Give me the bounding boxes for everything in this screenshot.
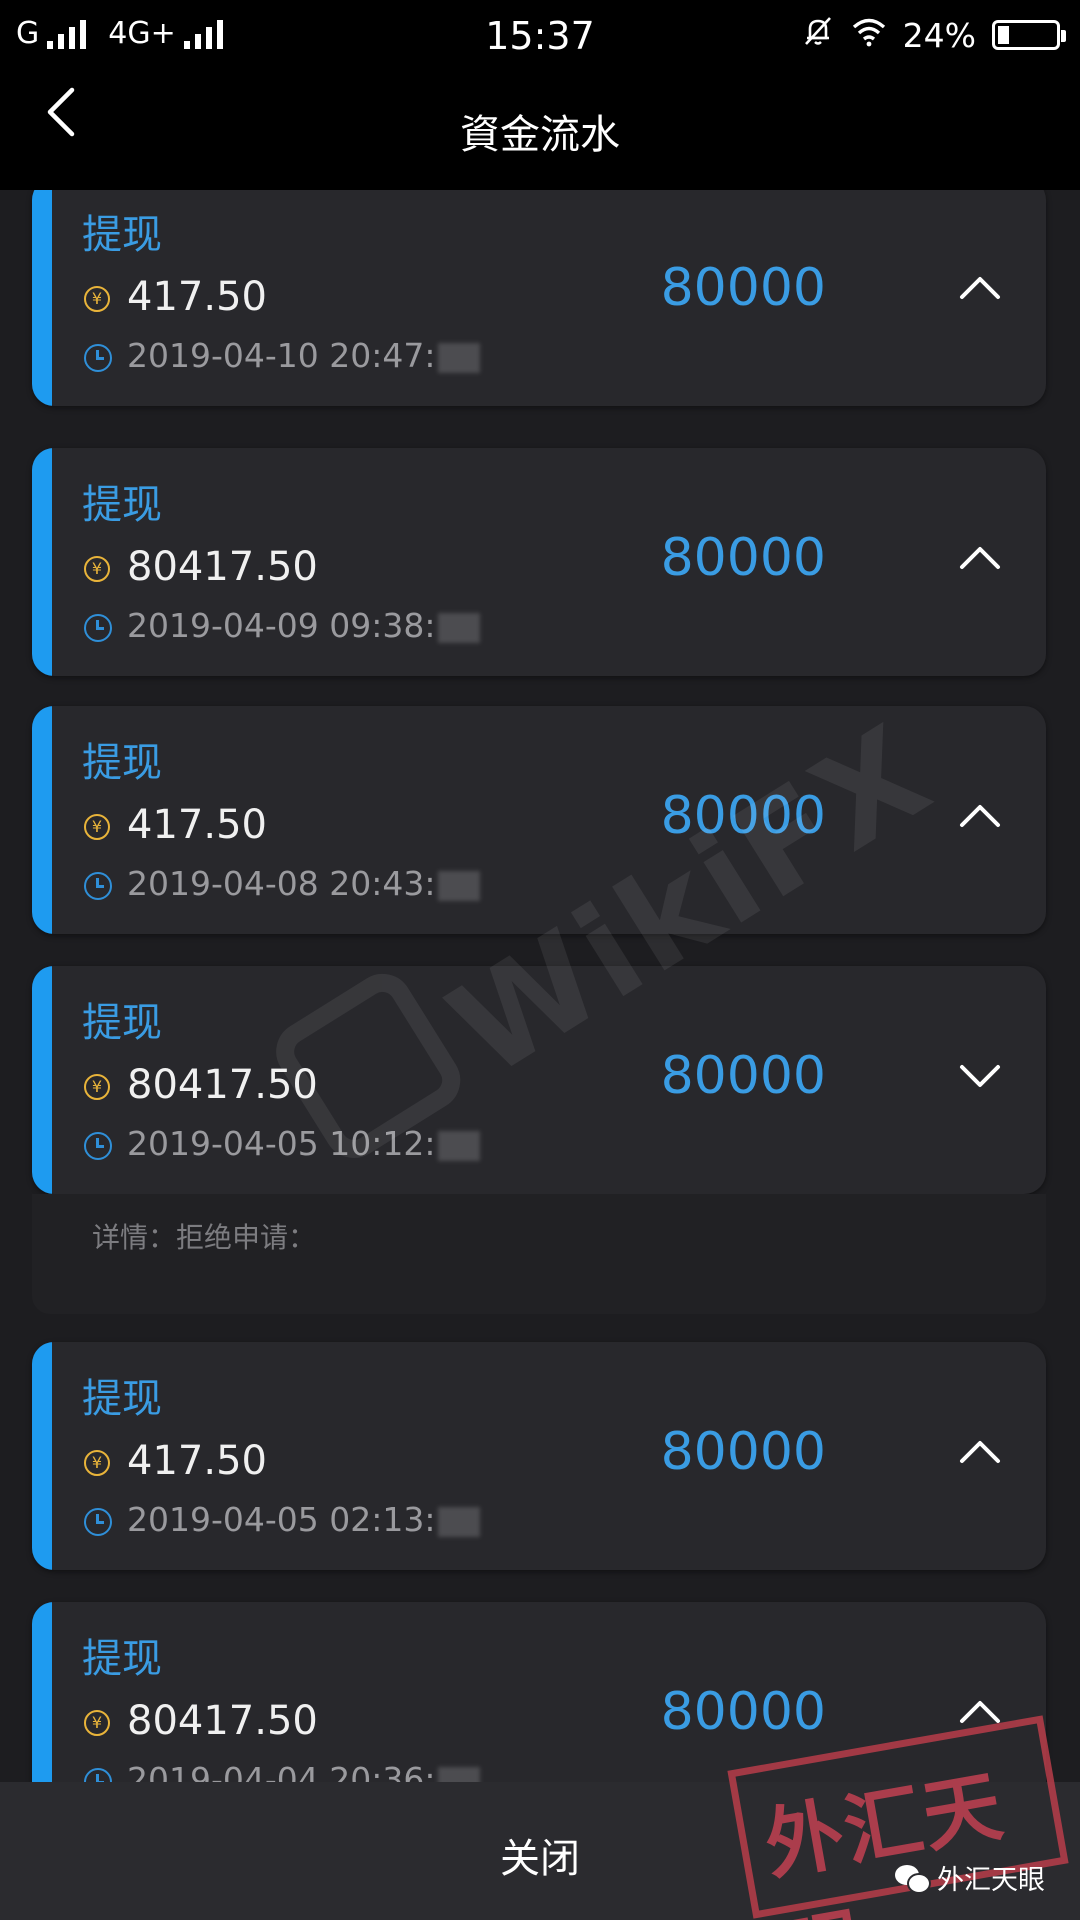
record-type: 提现 xyxy=(82,1000,162,1046)
record-card[interactable]: 提现 ¥ 80417.50 2019-04-09 09:38: 80000 xyxy=(32,448,1046,676)
chevron-up-icon xyxy=(960,805,1000,827)
expand-toggle[interactable] xyxy=(950,1686,1010,1736)
record-datetime-row: 2019-04-10 20:47: xyxy=(127,336,480,375)
status-right: 24% xyxy=(801,14,1066,56)
record-datetime: 2019-04-10 20:47: xyxy=(127,336,436,375)
wifi-icon xyxy=(851,16,887,55)
record-amount: 80000 xyxy=(660,258,826,318)
collapse-toggle[interactable] xyxy=(950,1050,1010,1100)
record-card[interactable]: 提现 ¥ 80417.50 2019-04-04 20:36: 80000 xyxy=(32,1602,1046,1782)
bottom-bar: 关闭 xyxy=(0,1782,1080,1920)
record-datetime-row: 2019-04-05 10:12: xyxy=(127,1124,480,1163)
chevron-down-icon xyxy=(960,1065,1000,1087)
chevron-up-icon xyxy=(960,547,1000,569)
yuan-coin-icon: ¥ xyxy=(84,1450,110,1476)
chevron-up-icon xyxy=(960,1441,1000,1463)
record-datetime: 2019-04-09 09:38: xyxy=(127,606,436,645)
card-accent-bar xyxy=(32,448,52,676)
expand-toggle[interactable] xyxy=(950,790,1010,840)
record-datetime: 2019-04-04 20:36: xyxy=(127,1760,436,1782)
expand-toggle[interactable] xyxy=(950,262,1010,312)
chevron-up-icon xyxy=(960,1701,1000,1723)
record-balance: 417.50 xyxy=(127,274,267,320)
record-balance: 417.50 xyxy=(127,1438,267,1484)
clock-icon xyxy=(84,344,112,372)
battery-percent: 24% xyxy=(902,15,976,55)
clock-icon xyxy=(84,1132,112,1160)
record-balance: 80417.50 xyxy=(127,544,318,590)
card-accent-bar xyxy=(32,706,52,934)
clock-icon xyxy=(84,1508,112,1536)
record-datetime-row: 2019-04-05 02:13: xyxy=(127,1500,480,1539)
card-accent-bar xyxy=(32,966,52,1194)
record-balance: 80417.50 xyxy=(127,1698,318,1744)
yuan-coin-icon: ¥ xyxy=(84,556,110,582)
record-balance: 80417.50 xyxy=(127,1062,318,1108)
record-datetime-row: 2019-04-08 20:43: xyxy=(127,864,480,903)
chevron-up-icon xyxy=(960,277,1000,299)
record-type: 提现 xyxy=(82,740,162,786)
status-bar: G 4G+ 15:37 24% xyxy=(0,0,1080,78)
redacted-seconds xyxy=(437,870,480,901)
expand-toggle[interactable] xyxy=(950,532,1010,582)
page-title: 資金流水 xyxy=(460,112,620,158)
card-accent-bar xyxy=(32,190,52,406)
record-card-expanded[interactable]: 提现 ¥ 80417.50 2019-04-05 10:12: 80000 xyxy=(32,966,1046,1194)
record-card[interactable]: 提现 ¥ 417.50 2019-04-08 20:43: 80000 xyxy=(32,706,1046,934)
record-datetime-row: 2019-04-09 09:38: xyxy=(127,606,480,645)
yuan-coin-icon: ¥ xyxy=(84,1710,110,1736)
redacted-seconds xyxy=(437,1506,480,1537)
record-type: 提现 xyxy=(82,212,162,258)
redacted-seconds xyxy=(437,1766,480,1782)
record-amount: 80000 xyxy=(660,786,826,846)
record-datetime: 2019-04-08 20:43: xyxy=(127,864,436,903)
record-card[interactable]: 提现 ¥ 417.50 2019-04-05 02:13: 80000 xyxy=(32,1342,1046,1570)
redacted-seconds xyxy=(437,1130,480,1161)
record-datetime: 2019-04-05 10:12: xyxy=(127,1124,436,1163)
bell-muted-icon xyxy=(801,14,835,56)
expand-toggle[interactable] xyxy=(950,1426,1010,1476)
nav-bar: 資金流水 xyxy=(0,78,1080,190)
yuan-coin-icon: ¥ xyxy=(84,814,110,840)
detail-text: 详情：拒绝申请： xyxy=(92,1221,317,1254)
card-accent-bar xyxy=(32,1602,52,1782)
record-amount: 80000 xyxy=(660,1422,826,1482)
clock-icon xyxy=(84,614,112,642)
record-datetime-row: 2019-04-04 20:36: xyxy=(127,1760,480,1782)
close-label: 关闭 xyxy=(500,1836,580,1882)
record-balance: 417.50 xyxy=(127,802,267,848)
clock-icon xyxy=(84,1768,112,1782)
yuan-coin-icon: ¥ xyxy=(84,1074,110,1100)
record-card[interactable]: 提现 ¥ 417.50 2019-04-10 20:47: 80000 xyxy=(32,190,1046,406)
card-accent-bar xyxy=(32,1342,52,1570)
record-type: 提现 xyxy=(82,1636,162,1682)
record-type: 提现 xyxy=(82,482,162,528)
clock-icon xyxy=(84,872,112,900)
battery-icon xyxy=(992,20,1066,50)
transaction-list[interactable]: 提现 ¥ 417.50 2019-04-10 20:47: 80000 提现 ¥… xyxy=(0,190,1080,1782)
close-button[interactable]: 关闭 xyxy=(380,1782,700,1920)
record-amount: 80000 xyxy=(660,1046,826,1106)
redacted-seconds xyxy=(437,612,480,643)
record-detail-panel: 详情：拒绝申请： xyxy=(32,1194,1046,1314)
redacted-seconds xyxy=(437,342,480,373)
record-datetime: 2019-04-05 02:13: xyxy=(127,1500,436,1539)
record-type: 提现 xyxy=(82,1376,162,1422)
yuan-coin-icon: ¥ xyxy=(84,286,110,312)
app-screen: G 4G+ 15:37 24% 資金流水 提现 ¥ 417.50 2019-04… xyxy=(0,0,1080,1920)
record-amount: 80000 xyxy=(660,528,826,588)
record-amount: 80000 xyxy=(660,1682,826,1742)
